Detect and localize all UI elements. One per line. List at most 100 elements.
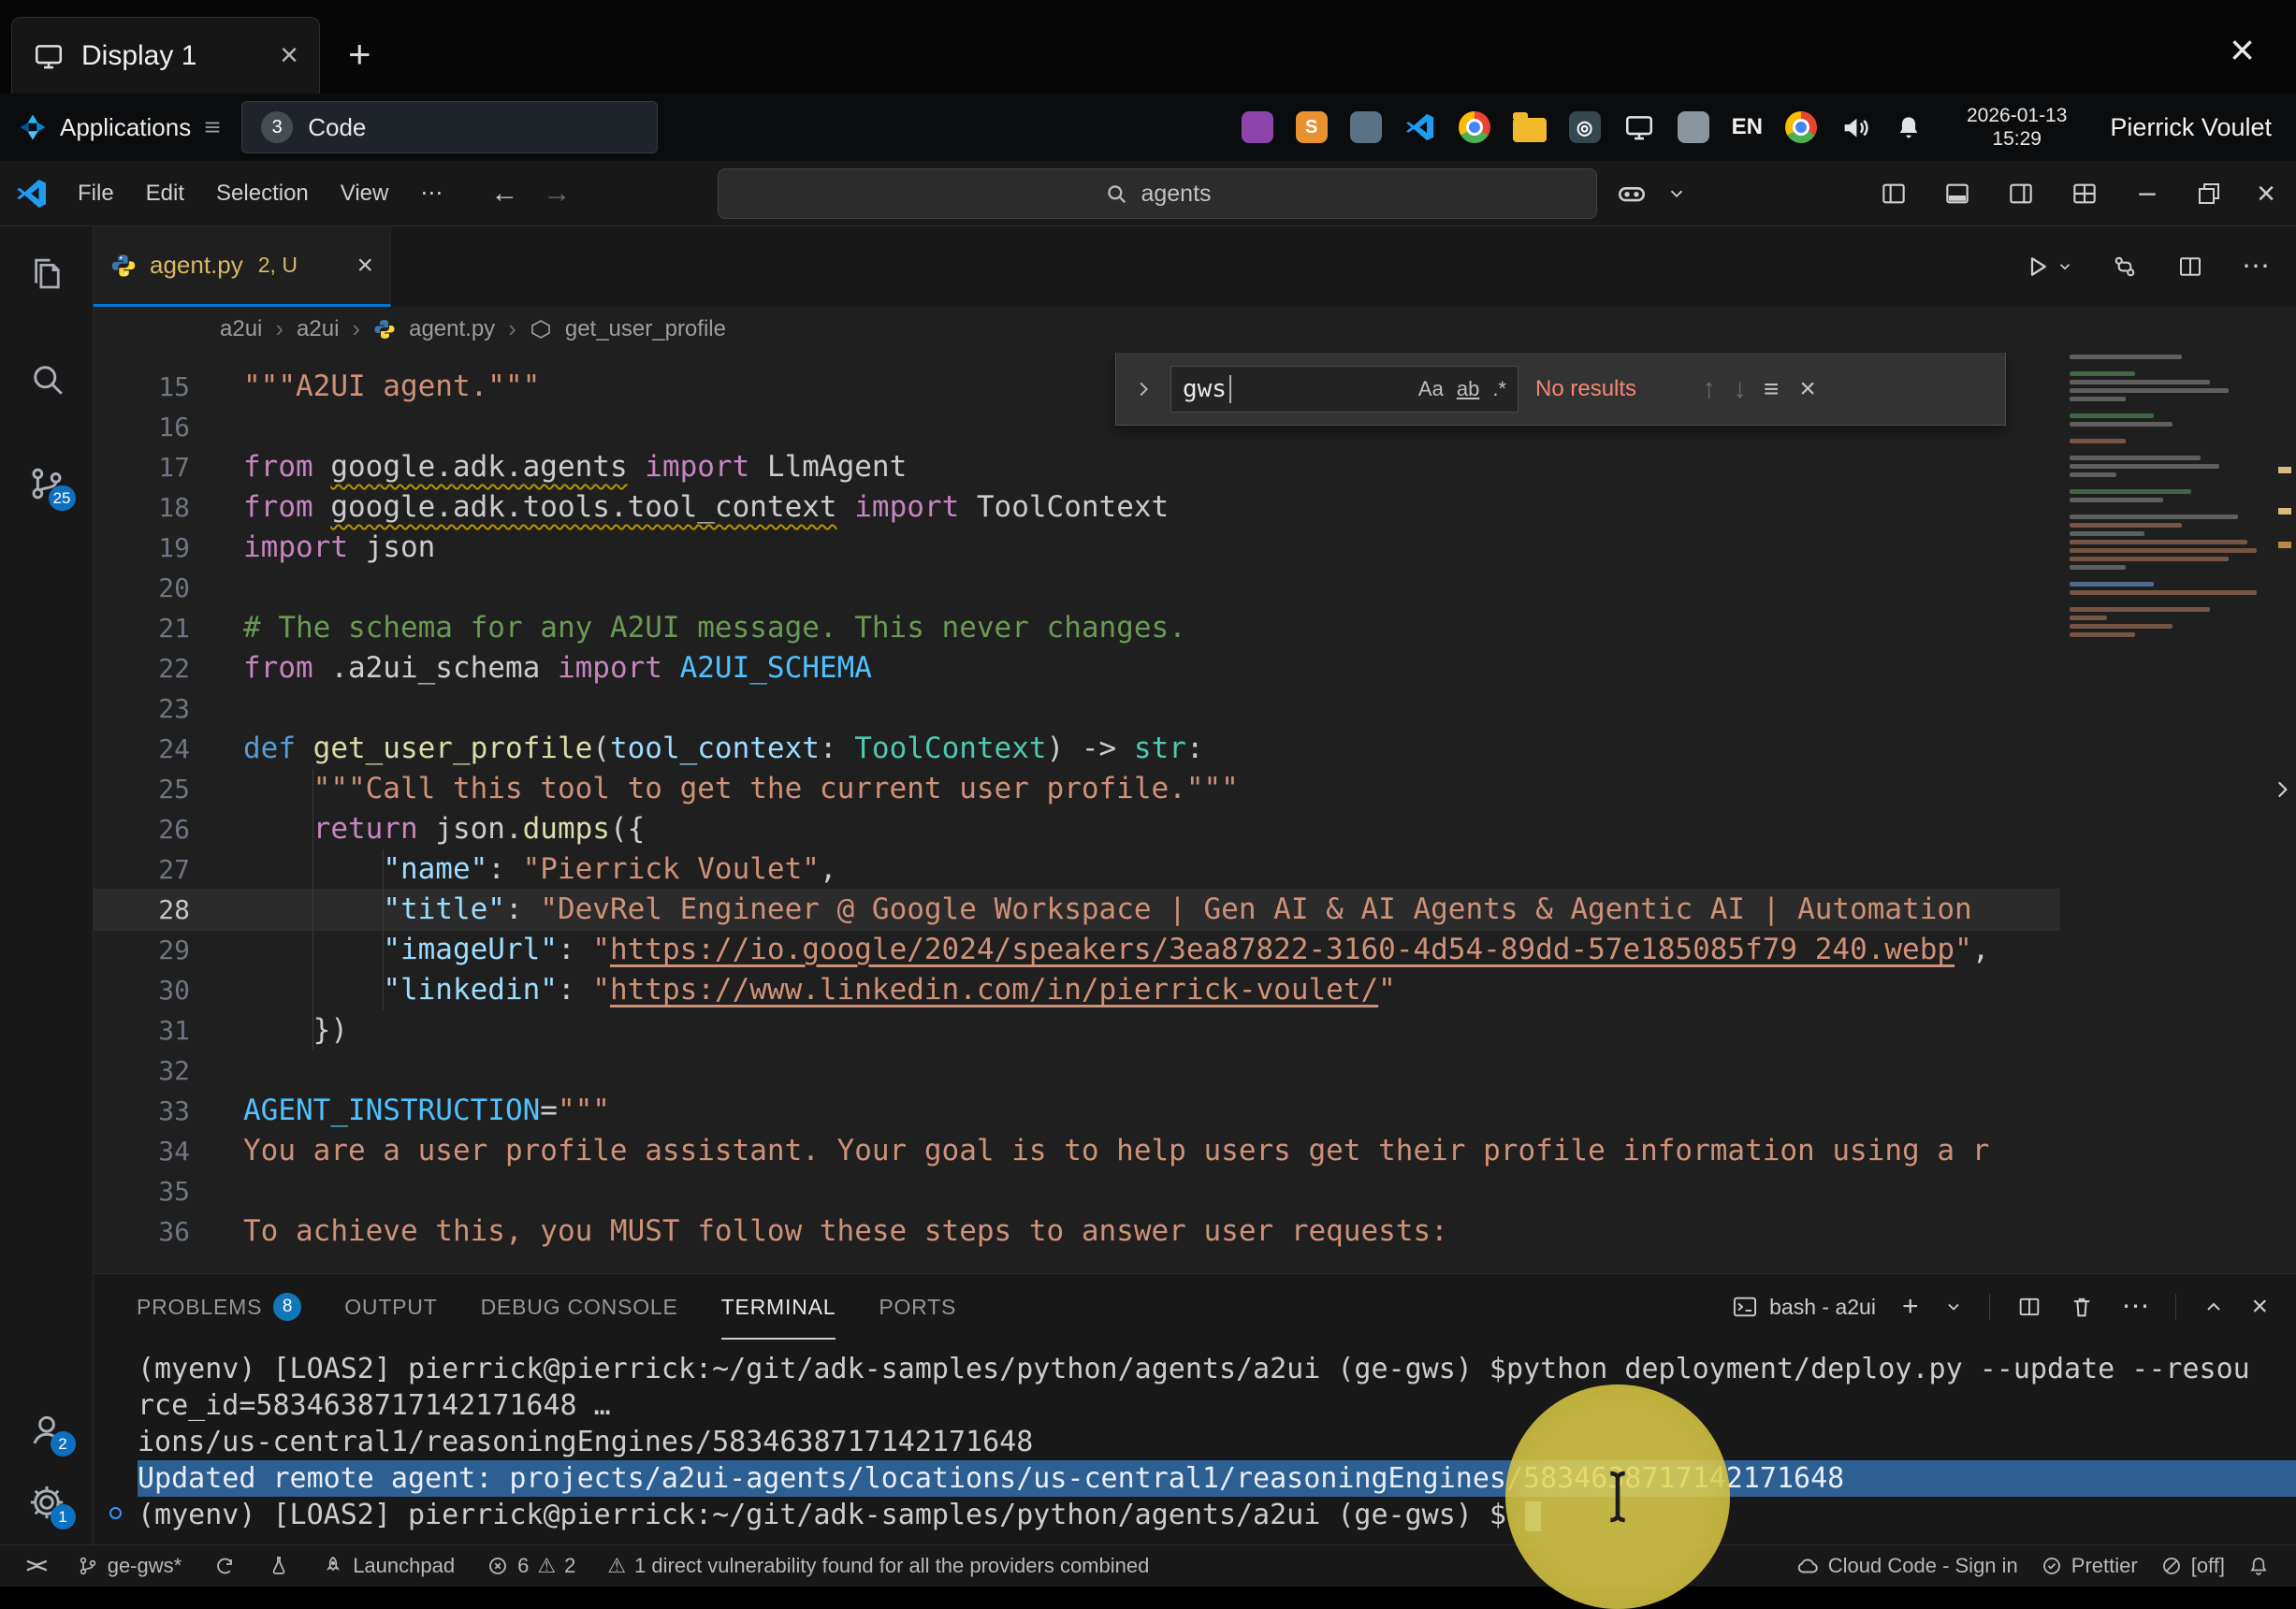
panel-tab-problems[interactable]: PROBLEMS 8 [137,1274,301,1340]
breadcrumb-symbol[interactable]: get_user_profile [565,316,726,342]
run-button[interactable] [2023,253,2073,281]
launchpad-status[interactable]: Launchpad [311,1554,466,1578]
new-tab-button[interactable]: + [348,32,371,77]
tray-volume[interactable] [1839,111,1871,143]
panel-tab-debug-console[interactable]: DEBUG CONSOLE [481,1274,678,1340]
editor[interactable]: 15"""A2UI agent."""1617from google.adk.a… [94,351,2296,1273]
breadcrumb-folder[interactable]: a2ui [220,316,262,342]
close-panel-icon[interactable]: × [2251,1293,2268,1321]
minimap-row [2070,456,2201,460]
new-terminal-button[interactable]: + [1902,1293,1919,1321]
back-button[interactable]: ← [490,178,518,210]
tray-file-manager[interactable] [1513,118,1547,142]
menu-file[interactable]: File [62,181,130,207]
vnc-tab-display1[interactable]: Display 1 × [11,17,320,94]
explorer-icon[interactable] [27,254,66,294]
search-view-icon[interactable] [27,359,66,399]
tray-app-1[interactable] [1242,111,1273,143]
menu-more[interactable]: ⋯ [404,180,458,207]
forward-button[interactable]: → [543,178,571,210]
chevron-down-icon[interactable] [1944,1297,1963,1316]
source-control-icon[interactable]: 25 [27,464,66,503]
search-value: agents [1141,181,1211,208]
maximize-panel-icon[interactable] [2202,1296,2225,1318]
tray-utility[interactable] [1678,111,1709,143]
split-editor-icon[interactable] [2176,253,2204,281]
notifications-bell-icon[interactable] [2236,1555,2281,1577]
tray-app-3[interactable] [1350,111,1382,143]
panel-tab-ports[interactable]: PORTS [879,1274,956,1340]
tab-agent-py[interactable]: agent.py 2, U × [94,226,391,307]
line-number: 35 [94,1171,190,1211]
command-decoration-icon[interactable] [109,1507,122,1519]
find-next-icon[interactable]: ↓ [1733,373,1747,405]
panel-tab-output[interactable]: OUTPUT [344,1274,437,1340]
find-input[interactable]: gws Aa ab .* [1170,366,1519,413]
minimap-row [2070,397,2126,401]
cloud-code-status[interactable]: Cloud Code - Sign in [1784,1554,2029,1578]
user-menu[interactable]: Pierrick Voulet [2110,113,2272,142]
window-close-icon[interactable]: × [2230,24,2255,75]
tray-notifications[interactable] [1894,112,1924,142]
feature-off-status[interactable]: [off] [2149,1554,2236,1578]
search-box[interactable]: agents [718,168,1597,219]
find-widget: gws Aa ab .* No results ↑ ↓ ≡ × [1115,353,2006,426]
settings-gear-icon[interactable]: 1 [27,1483,66,1522]
applications-menu[interactable]: Applications [17,111,223,143]
customize-layout-icon[interactable] [2070,179,2100,209]
breadcrumb-folder[interactable]: a2ui [297,316,339,342]
find-previous-icon[interactable]: ↑ [1702,373,1716,405]
tray-screenshot-tool[interactable]: ◎ [1569,111,1601,143]
more-actions-icon[interactable]: ⋯ [2121,1293,2149,1321]
menu-selection[interactable]: Selection [200,181,325,207]
tray-vscode[interactable] [1404,111,1436,143]
match-case-button[interactable]: Aa [1418,377,1444,401]
close-button[interactable]: × [2257,178,2275,210]
find-query: gws [1183,375,1227,403]
close-icon[interactable]: × [356,250,373,282]
tray-display-settings[interactable] [1623,111,1655,143]
problems-status[interactable]: 6 ⚠ 2 [475,1554,587,1578]
code-line-18: 18from google.adk.tools.tool_context imp… [94,487,2060,528]
terminal-instance[interactable]: bash - a2ui [1732,1294,1876,1320]
toggle-replace-icon[interactable] [1133,379,1154,399]
close-tab-icon[interactable]: × [280,37,298,74]
toggle-secondary-sidebar-icon[interactable] [2006,179,2036,209]
kill-terminal-icon[interactable] [2069,1294,2095,1320]
git-branch-status[interactable]: ge-gws* [65,1554,193,1578]
tray-keyboard-layout[interactable]: EN [1732,114,1763,140]
prettier-status[interactable]: Prettier [2029,1554,2149,1578]
regex-button[interactable]: .* [1492,377,1506,401]
tray-app-2[interactable]: S [1296,111,1328,143]
whole-word-button[interactable]: ab [1457,377,1479,401]
sync-status[interactable] [202,1555,247,1577]
menu-edit[interactable]: Edit [130,181,200,207]
minimize-button[interactable] [2133,180,2161,208]
terminal[interactable]: (myenv) [LOAS2] pierrick@pierrick:~/git/… [94,1340,2296,1544]
find-in-selection-icon[interactable]: ≡ [1764,374,1779,404]
vulnerability-status[interactable]: ⚠ 1 direct vulnerability found for all t… [596,1554,1160,1578]
taskbar-window-code[interactable]: 3 Code [241,101,658,153]
close-icon[interactable]: × [1799,373,1816,405]
tray-chrome-profile[interactable] [1459,111,1490,143]
copilot-icon[interactable] [1616,178,1648,210]
breadcrumb-file[interactable]: agent.py [409,316,495,342]
chevron-right-icon[interactable] [2270,777,2294,802]
toggle-sidebar-icon[interactable] [1879,179,1909,209]
chevron-down-icon[interactable] [1666,183,1687,204]
remote-indicator[interactable]: >< [15,1554,56,1578]
menu-view[interactable]: View [325,181,405,207]
minimap[interactable] [2060,351,2268,1273]
panel-tab-terminal[interactable]: TERMINAL [721,1274,836,1340]
toggle-panel-icon[interactable] [1942,179,1972,209]
restore-button[interactable] [2195,180,2223,208]
code-text: # The schema for any A2UI message. This … [190,608,1186,648]
split-terminal-icon[interactable] [2016,1294,2042,1320]
open-changes-icon[interactable] [2111,253,2139,281]
minimap-row [2070,565,2126,570]
more-actions-icon[interactable]: ⋯ [2242,253,2270,281]
account-icon[interactable]: 2 [27,1410,66,1449]
clock[interactable]: 2026-01-13 15:29 [1967,104,2067,151]
tray-chrome[interactable] [1785,111,1817,143]
beaker-status-icon[interactable] [256,1555,301,1577]
